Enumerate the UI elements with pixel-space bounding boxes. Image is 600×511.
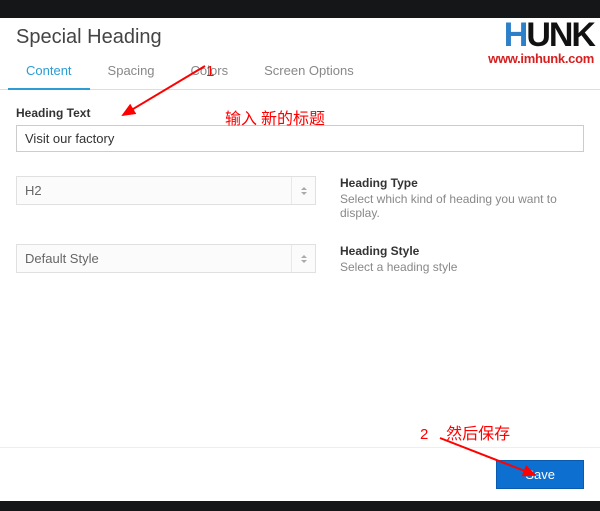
save-button[interactable]: Save	[496, 460, 584, 489]
tab-content[interactable]: Content	[8, 53, 90, 90]
watermark-logo: HUNK www.imhunk.com	[488, 20, 594, 66]
heading-style-desc: Select a heading style	[340, 260, 584, 274]
heading-style-value: Default Style	[25, 251, 99, 266]
heading-style-label: Heading Style	[340, 244, 584, 258]
heading-text-input[interactable]	[16, 125, 584, 152]
heading-type-label: Heading Type	[340, 176, 584, 190]
heading-type-desc: Select which kind of heading you want to…	[340, 192, 584, 220]
tab-spacing[interactable]: Spacing	[90, 53, 173, 89]
heading-type-value: H2	[25, 183, 42, 198]
tab-screen-options[interactable]: Screen Options	[246, 53, 372, 89]
logo-url: www.imhunk.com	[488, 51, 594, 66]
select-caret-icon	[291, 245, 315, 272]
tab-colors[interactable]: Colors	[173, 53, 247, 89]
heading-text-label: Heading Text	[16, 106, 584, 120]
select-caret-icon	[291, 177, 315, 204]
heading-style-select[interactable]: Default Style	[16, 244, 316, 273]
heading-type-select[interactable]: H2	[16, 176, 316, 205]
logo-rest: UNK	[526, 16, 594, 54]
logo-h: H	[504, 16, 527, 54]
bottom-bar	[0, 501, 600, 511]
